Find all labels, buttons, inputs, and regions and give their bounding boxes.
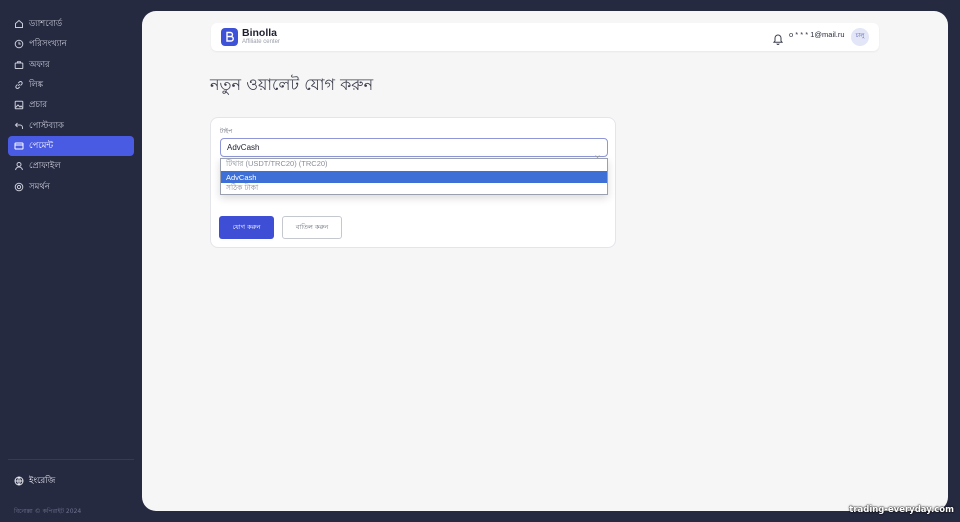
sidebar-nav: ড্যাশবোর্ড পরিসংখ্যান অফার লিঙ্ক প্রচার … [8,14,134,197]
wallet-type-select[interactable]: AdvCash [220,138,608,159]
user-icon [14,161,24,171]
sidebar-item-label: পোস্টব্যাক [29,120,65,131]
globe-icon [14,476,24,486]
add-wallet-form: টাইপ AdvCash টিথার (USDT/TRC20) (TRC20) … [210,117,616,248]
page-title: নতুন ওয়ালেট যোগ করুন [210,75,374,94]
sidebar-item-label: সমর্থন [29,181,50,192]
dropdown-option-advcash[interactable]: AdvCash [221,171,607,183]
brand-subtitle: Affiliate center [242,39,280,45]
sidebar-item-dashboard[interactable]: ড্যাশবোর্ড [8,14,134,34]
dropdown-option-tether[interactable]: টিথার (USDT/TRC20) (TRC20) [221,159,607,171]
sidebar-item-label: ড্যাশবোর্ড [29,19,63,30]
chevron-down-icon [594,145,601,159]
home-icon [14,19,24,29]
copyright: বিনোল্লা © কপিরাইট 2024 [14,508,82,515]
sidebar-item-promo[interactable]: প্রচার [8,95,134,115]
top-header: Binolla Affiliate center o * * * 1@mail.… [211,23,879,51]
add-button[interactable]: যোগ করুন [219,216,274,239]
briefcase-icon [14,60,24,70]
sidebar-item-links[interactable]: লিঙ্ক [8,75,134,95]
wallet-type-dropdown: টিথার (USDT/TRC20) (TRC20) AdvCash সঠিক … [220,158,608,195]
lifebuoy-icon [14,182,24,192]
sidebar-item-label: অফার [29,59,50,70]
avatar[interactable]: চালু [851,28,869,46]
sidebar-item-payments[interactable]: পেমেন্ট [8,135,134,157]
sidebar-item-postback[interactable]: পোস্টব্যাক [8,115,134,135]
language-selector[interactable]: ইংরেজি [14,474,55,488]
sidebar-item-label: প্রোফাইল [29,161,61,172]
clock-icon [14,39,24,49]
select-value: AdvCash [227,143,260,152]
brand-name: Binolla [242,27,278,39]
sidebar-item-support[interactable]: সমর্থন [8,176,134,196]
sidebar-item-label: লিঙ্ক [29,80,44,91]
bell-icon[interactable] [772,30,784,45]
card-icon [14,141,24,151]
link-icon [14,80,24,90]
cancel-button[interactable]: বাতিল করুন [282,216,342,239]
sidebar-item-label: পরিসংখ্যান [29,39,67,50]
sidebar-divider [8,459,134,460]
sidebar-item-offers[interactable]: অফার [8,55,134,75]
watermark: trading-everyday.com [849,505,954,515]
dropdown-option-perfect-money[interactable]: সঠিক টাকা [221,183,607,195]
main-panel: Binolla Affiliate center o * * * 1@mail.… [142,11,948,511]
sidebar-item-statistics[interactable]: পরিসংখ্যান [8,34,134,54]
language-label: ইংরেজি [29,476,56,486]
image-icon [14,100,24,110]
user-email[interactable]: o * * * 1@mail.ru [789,30,845,39]
reply-icon [14,121,24,131]
logo-icon[interactable] [221,28,238,46]
type-field-label: টাইপ [220,128,233,135]
sidebar: ড্যাশবোর্ড পরিসংখ্যান অফার লিঙ্ক প্রচার … [0,0,142,522]
sidebar-item-profile[interactable]: প্রোফাইল [8,156,134,176]
sidebar-item-label: পেমেন্ট [29,140,54,151]
sidebar-item-label: প্রচার [29,100,48,111]
